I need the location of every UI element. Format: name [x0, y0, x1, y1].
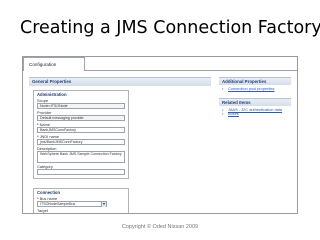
slide-title: Creating a JMS Connection Factory. [20, 18, 320, 38]
bus-name-select[interactable]: ITSONodeSampleBus ▼ [37, 201, 107, 207]
additional-properties-header: Additional Properties [219, 77, 291, 85]
jndi-name-field[interactable]: jms/BankJMSConnFactory [37, 139, 125, 145]
related-items-list: JAAS - J2C authentication data Buses [219, 106, 291, 121]
related-items-header: Related Items [219, 97, 291, 106]
tab-configuration[interactable]: Configuration [23, 57, 85, 71]
connection-title: Connection [37, 190, 61, 195]
connection-section: Connection * Bus name ITSONodeSampleBus … [33, 188, 129, 214]
side-panels: Additional Properties Connection pool pr… [219, 77, 291, 121]
category-field[interactable] [37, 169, 125, 175]
tab-divider [85, 70, 297, 71]
general-properties-header: General Properties [29, 78, 211, 86]
copyright-caption: Copyright © Oded Nissan 2009 [121, 224, 199, 230]
connection-pool-properties-link[interactable]: Connection pool properties [222, 86, 291, 92]
administration-section: Administration Scope Node=ITSONode Provi… [33, 90, 129, 179]
description-textarea[interactable]: WebSphere Bank JMS Sample Connection Fac… [37, 151, 125, 163]
jndi-name-label: JNDI name [39, 134, 60, 139]
target-field[interactable] [37, 213, 125, 214]
scope-field: Node=ITSONode [37, 103, 125, 109]
chevron-down-icon: ▼ [101, 202, 106, 207]
name-field[interactable]: BankJMSConnFactory [37, 127, 125, 133]
additional-properties-list: Connection pool properties [219, 85, 291, 96]
buses-link[interactable]: Buses [222, 112, 291, 117]
name-label: Name [39, 122, 50, 127]
administration-title: Administration [37, 92, 67, 97]
bus-name-value: ITSONodeSampleBus [40, 202, 76, 206]
provider-field: Default messaging provider [37, 115, 125, 121]
general-properties-panel: General Properties Administration Scope … [29, 77, 211, 214]
admin-console-screenshot: Configuration General Properties Adminis… [22, 56, 298, 214]
